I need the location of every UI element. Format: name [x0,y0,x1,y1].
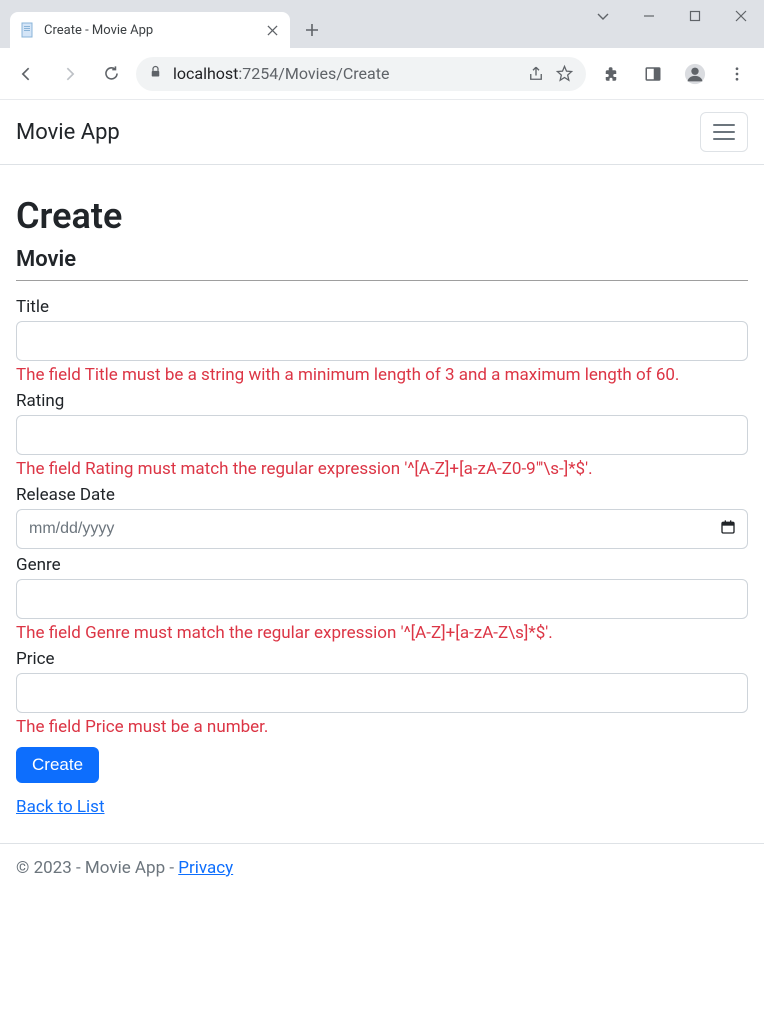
browser-titlebar: Create - Movie App [0,0,764,48]
back-to-list-link[interactable]: Back to List [16,797,105,817]
app-header: Movie App [0,100,764,165]
sidepanel-icon[interactable] [636,57,670,91]
release-date-label: Release Date [16,485,748,505]
title-input[interactable] [16,321,748,361]
star-icon[interactable] [555,57,574,91]
price-error: The field Price must be a number. [16,717,748,737]
create-button[interactable]: Create [16,747,99,783]
main-content: Create Movie Title The field Title must … [0,165,764,833]
genre-error: The field Genre must match the regular e… [16,623,748,643]
window-controls [580,0,764,32]
address-bar[interactable]: localhost:7254/Movies/Create [136,57,586,91]
release-date-input[interactable] [16,509,748,549]
maximize-button[interactable] [672,0,718,32]
rating-error: The field Rating must match the regular … [16,459,748,479]
tab-search-icon[interactable] [580,0,626,32]
app-brand[interactable]: Movie App [16,120,120,145]
divider [16,280,748,281]
page-title: Create [16,195,748,237]
lock-icon [148,64,163,83]
browser-tab[interactable]: Create - Movie App [10,12,290,48]
rating-input[interactable] [16,415,748,455]
menu-icon[interactable] [720,57,754,91]
tab-title: Create - Movie App [44,23,256,38]
new-tab-button[interactable] [298,16,326,44]
navbar-toggle-button[interactable] [700,112,748,152]
title-error: The field Title must be a string with a … [16,365,748,385]
rating-label: Rating [16,391,748,411]
extensions-icon[interactable] [594,57,628,91]
reload-button[interactable] [94,57,128,91]
title-label: Title [16,297,748,317]
price-input[interactable] [16,673,748,713]
favicon-icon [20,22,36,38]
genre-input[interactable] [16,579,748,619]
forward-button[interactable] [52,57,86,91]
close-tab-icon[interactable] [264,22,280,38]
privacy-link[interactable]: Privacy [178,858,233,878]
page-subtitle: Movie [16,247,748,272]
share-icon[interactable] [527,57,545,91]
profile-icon[interactable] [678,57,712,91]
calendar-icon[interactable] [720,519,736,539]
minimize-button[interactable] [626,0,672,32]
footer-copyright: © 2023 - Movie App - [16,858,178,878]
footer: © 2023 - Movie App - Privacy [0,843,764,892]
genre-label: Genre [16,555,748,575]
url-text: localhost:7254/Movies/Create [173,64,517,83]
back-button[interactable] [10,57,44,91]
close-window-button[interactable] [718,0,764,32]
browser-toolbar: localhost:7254/Movies/Create [0,48,764,100]
price-label: Price [16,649,748,669]
